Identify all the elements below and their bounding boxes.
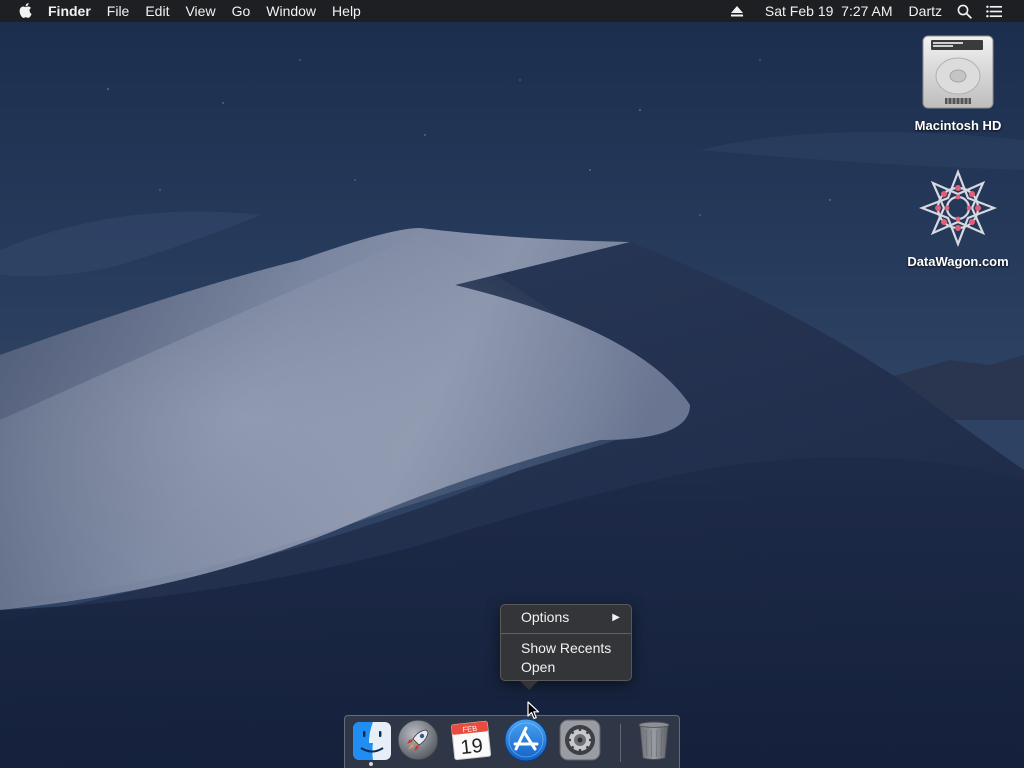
submenu-arrow-icon: ▶ [612, 612, 620, 623]
eject-icon[interactable] [729, 0, 745, 22]
hard-drive-icon [916, 30, 1000, 114]
menu-help[interactable]: Help [324, 0, 369, 22]
menu-item-show-recents[interactable]: Show Recents [521, 639, 621, 658]
search-icon[interactable] [956, 0, 972, 22]
dock-app-trash[interactable] [630, 716, 678, 764]
menu-finder[interactable]: Finder [34, 0, 99, 22]
menu-item-open[interactable]: Open [521, 658, 621, 677]
menu-window[interactable]: Window [258, 0, 324, 22]
menu-item-options[interactable]: Options ▶ [521, 608, 621, 627]
dock-app-app-store[interactable] [502, 716, 550, 764]
apple-logo-icon[interactable] [18, 0, 34, 22]
trash-icon [638, 721, 670, 760]
menu-separator [501, 633, 631, 634]
app-store-icon [504, 718, 548, 762]
desktop-icon-datawagon[interactable]: DataWagon.com [898, 166, 1018, 269]
desktop-icon-macintosh-hd[interactable]: Macintosh HD [898, 30, 1018, 133]
desktop-icon-label: Macintosh HD [914, 118, 1002, 133]
menu-file[interactable]: File [99, 0, 138, 22]
calendar-day: 19 [460, 735, 484, 759]
desktop-icon-label: DataWagon.com [907, 254, 1009, 269]
menu-bar: Finder File Edit View Go Window Help Sat… [0, 0, 1024, 22]
network-volume-icon [916, 166, 1000, 250]
calendar-icon: FEB 19 [451, 720, 492, 761]
dock-context-menu: Options ▶ Show Recents Open [500, 604, 632, 690]
running-indicator [369, 762, 373, 766]
dock-app-finder[interactable] [348, 717, 396, 765]
dock-divider [620, 724, 621, 762]
menu-item-label: Options [521, 609, 570, 625]
menu-edit[interactable]: Edit [137, 0, 177, 22]
mouse-cursor-icon [527, 701, 540, 720]
dock-app-system-preferences[interactable] [556, 716, 604, 764]
notification-center-icon[interactable] [986, 0, 1002, 22]
menu-pointer-tail [520, 681, 538, 690]
menu-go[interactable]: Go [224, 0, 259, 22]
dock: FEB 19 [344, 715, 680, 768]
menu-view[interactable]: View [177, 0, 223, 22]
gear-icon [559, 719, 601, 761]
dock-app-launchpad[interactable] [394, 716, 442, 764]
clock[interactable]: Sat Feb 19 7:27 AM [757, 0, 901, 22]
user-menu[interactable]: Dartz [901, 0, 950, 22]
dock-app-calendar[interactable]: FEB 19 [447, 716, 495, 764]
finder-icon [353, 722, 391, 760]
launchpad-rocket-icon [397, 719, 439, 761]
calendar-month: FEB [462, 724, 477, 734]
